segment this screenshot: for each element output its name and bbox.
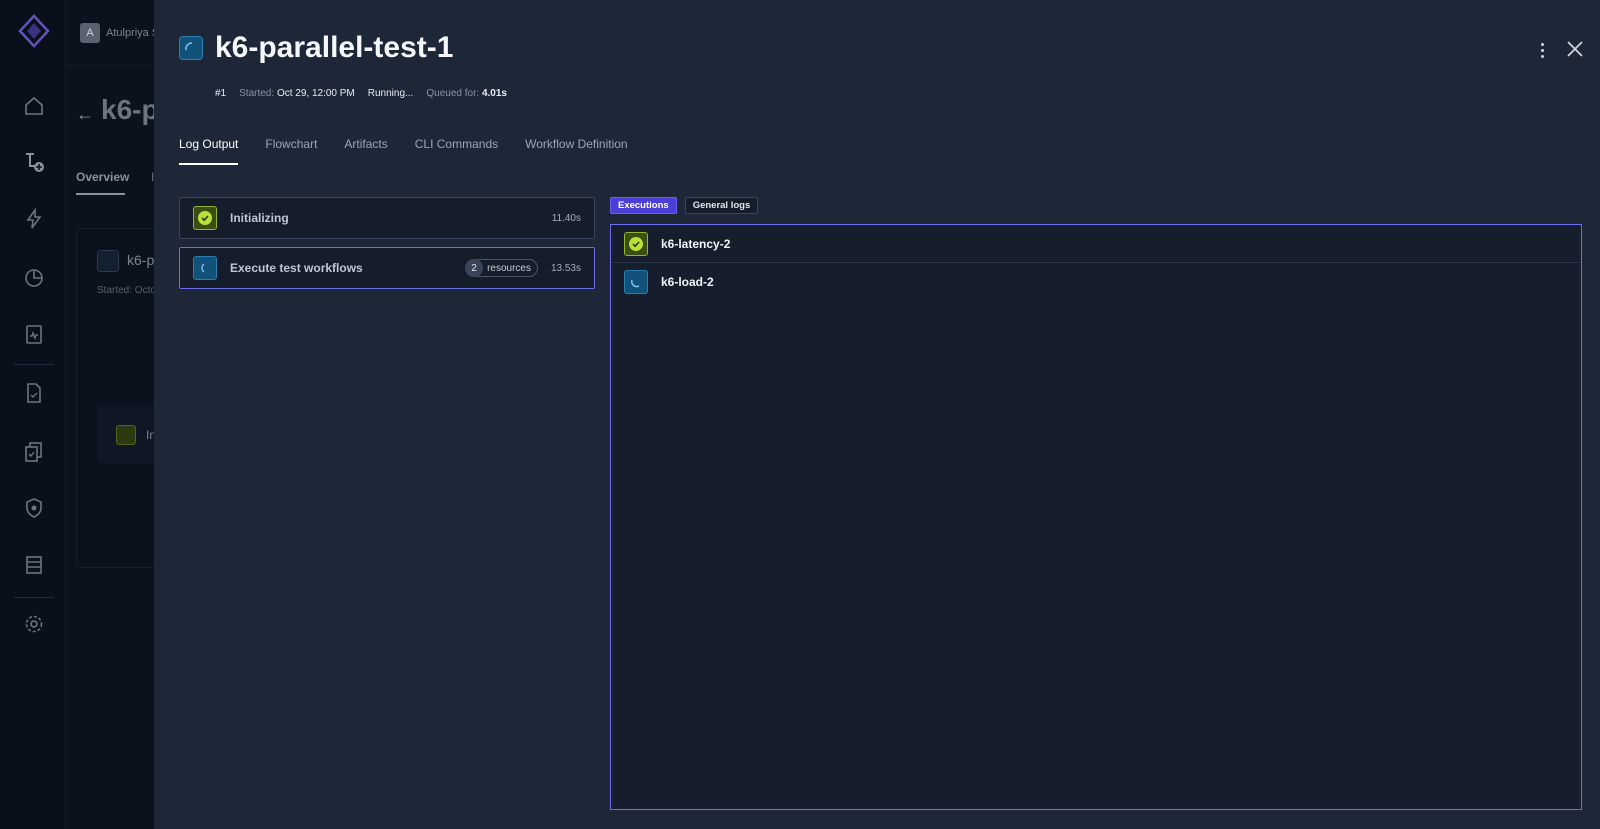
general-logs-toggle[interactable]: General logs xyxy=(684,197,759,214)
tab-flowchart[interactable]: Flowchart xyxy=(265,137,317,165)
execution-row[interactable]: k6-latency-2 xyxy=(611,225,1581,263)
status-text: Running... xyxy=(367,88,414,99)
page-title: k6-p xyxy=(101,94,159,125)
close-icon[interactable] xyxy=(1564,38,1586,60)
step-duration: 13.53s xyxy=(550,262,581,274)
tab-artifacts[interactable]: Artifacts xyxy=(344,137,387,165)
tab-log-output[interactable]: Log Output xyxy=(179,137,239,165)
tab-overview-underline xyxy=(76,193,125,195)
resources-count: 2 xyxy=(465,259,484,277)
triggers-icon[interactable] xyxy=(22,207,46,231)
tab-overview[interactable]: Overview xyxy=(76,170,129,184)
test-file-icon[interactable] xyxy=(22,381,46,405)
execution-row[interactable]: k6-load-2 xyxy=(611,263,1581,301)
tab-workflow-definition[interactable]: Workflow Definition xyxy=(525,137,627,165)
home-icon[interactable] xyxy=(22,94,46,118)
step-execute-test-workflows[interactable]: Execute test workflows 2 resources 13.53… xyxy=(179,247,595,289)
card-title: k6-p xyxy=(127,252,155,268)
execution-name: k6-latency-2 xyxy=(661,236,731,251)
execution-drawer: k6-parallel-test-1 #1 Started: Oct 29, 1… xyxy=(154,0,1600,829)
tab-cli-commands[interactable]: CLI Commands xyxy=(415,137,498,165)
more-options-icon[interactable] xyxy=(1534,40,1550,60)
test-suites-icon[interactable] xyxy=(22,440,46,464)
success-icon xyxy=(193,206,217,230)
executions-panel: k6-latency-2 k6-load-2 xyxy=(610,224,1582,810)
analytics-icon[interactable] xyxy=(22,265,46,289)
queued-info: Queued for: 4.01s xyxy=(426,88,507,99)
steps-list: Initializing 11.40s Execute test workflo… xyxy=(179,197,595,297)
card-subtitle: Started: Octo xyxy=(97,285,156,296)
execution-meta: #1 Started: Oct 29, 12:00 PM Running... … xyxy=(215,88,507,99)
log-view-toggle: Executions General logs xyxy=(610,197,759,214)
queued-value: 4.01s xyxy=(481,88,507,99)
execution-title: k6-parallel-test-1 xyxy=(215,31,454,64)
gear-icon[interactable] xyxy=(22,612,46,636)
app-sidebar xyxy=(0,0,66,829)
workflows-add-icon[interactable] xyxy=(22,150,46,174)
running-icon xyxy=(97,250,119,272)
step-name: Initializing xyxy=(230,211,289,225)
queued-label: Queued for: xyxy=(426,88,480,99)
step-name: Execute test workflows xyxy=(230,261,363,275)
sidebar-divider xyxy=(14,597,54,598)
started-value: Oct 29, 12:00 PM xyxy=(276,88,355,99)
started-info: Started: Oct 29, 12:00 PM xyxy=(239,88,355,99)
success-icon xyxy=(624,231,648,256)
testkube-logo-icon[interactable] xyxy=(17,14,51,48)
execution-name: k6-load-2 xyxy=(661,275,714,289)
success-icon xyxy=(116,425,136,445)
resources-label: resources xyxy=(487,262,531,274)
shield-icon[interactable] xyxy=(22,496,46,520)
sources-icon[interactable] xyxy=(22,553,46,577)
resources-badge: 2 resources xyxy=(465,259,538,277)
back-arrow-icon[interactable]: ← xyxy=(76,104,94,125)
step-initializing[interactable]: Initializing 11.40s xyxy=(179,197,595,239)
started-label: Started: xyxy=(239,88,275,99)
running-icon xyxy=(193,256,217,280)
executions-toggle[interactable]: Executions xyxy=(610,197,677,214)
clipboard-pulse-icon[interactable] xyxy=(22,322,46,346)
running-icon xyxy=(624,270,648,294)
run-number: #1 xyxy=(215,88,227,99)
sidebar-divider xyxy=(14,364,54,365)
running-icon xyxy=(179,36,203,60)
step-duration: 11.40s xyxy=(551,212,581,224)
drawer-tabs: Log Output Flowchart Artifacts CLI Comma… xyxy=(179,137,628,165)
org-name[interactable]: Atulpriya S xyxy=(106,27,159,39)
avatar[interactable]: A xyxy=(80,23,100,43)
